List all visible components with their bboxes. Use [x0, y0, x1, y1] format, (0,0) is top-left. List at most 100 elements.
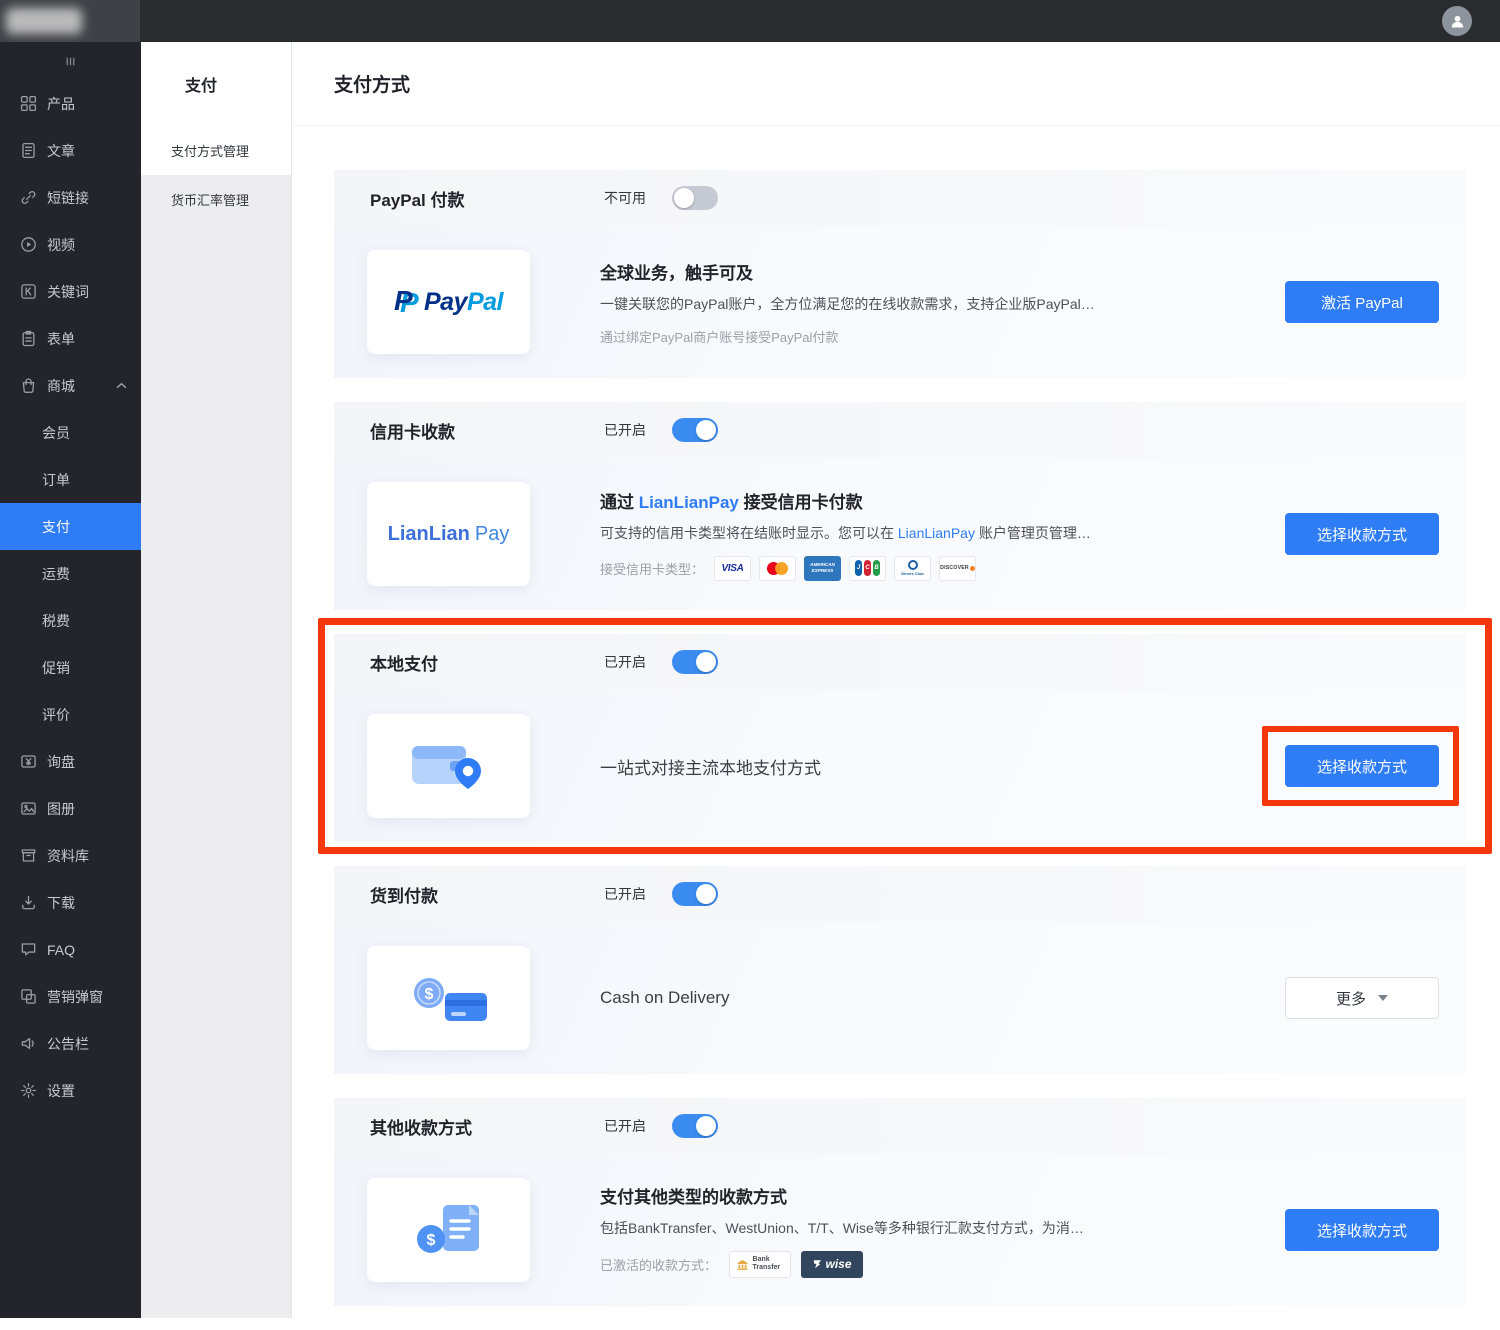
svg-text:$: $: [424, 986, 433, 1003]
album-icon: [20, 800, 37, 817]
sidebar-item-short-links[interactable]: 短链接: [0, 174, 141, 221]
logo-image: [6, 8, 82, 34]
sidebar-item-products[interactable]: 产品: [0, 80, 141, 127]
cash-on-delivery-toggle[interactable]: [672, 882, 718, 906]
more-button[interactable]: 更多: [1285, 977, 1439, 1019]
subnav-title: 支付: [141, 42, 291, 126]
sidebar-item-library[interactable]: 资料库: [0, 832, 141, 879]
bank-transfer-badge: Bank Transfer: [729, 1251, 791, 1278]
select-payment-method-button[interactable]: 选择收款方式: [1285, 513, 1439, 555]
lianlianpay-link[interactable]: LianLianPay: [639, 493, 739, 512]
section-title: PayPal 付款: [370, 186, 604, 211]
jcb-card-icon: JCB: [849, 556, 886, 581]
sidebar-item-forms[interactable]: 表单: [0, 315, 141, 362]
main-content: 支付方式 PayPal 付款 不可用 PP PayPal: [292, 42, 1500, 1318]
subnav-item-currency-rate-management[interactable]: 货币汇率管理: [141, 175, 291, 224]
sidebar-item-orders[interactable]: 订单: [0, 456, 141, 503]
sidebar-item-label: 支付: [42, 517, 70, 537]
sidebar-item-albums[interactable]: 图册: [0, 785, 141, 832]
sidebar-item-label: 产品: [47, 94, 75, 114]
sidebar-item-label: 营销弹窗: [47, 987, 103, 1007]
user-avatar[interactable]: [1442, 6, 1472, 36]
diners-club-card-icon: Diners Club: [894, 556, 931, 581]
sidebar-item-announcement[interactable]: 公告栏: [0, 1020, 141, 1067]
sidebar-item-label: 设置: [47, 1081, 75, 1101]
sidebar-item-label: 评价: [42, 705, 70, 725]
form-icon: [20, 330, 37, 347]
section-title: 本地支付: [370, 650, 604, 675]
sidebar-item-mall[interactable]: 商城: [0, 362, 141, 409]
lianlianpay-logo: LianLianPay: [388, 523, 510, 546]
sidebar-item-label: 运费: [42, 564, 70, 584]
download-icon: [20, 894, 37, 911]
other-methods-toggle[interactable]: [672, 1114, 718, 1138]
section-body: LianLianPay 通过 LianLianPay 接受信用卡付款 可支持的信…: [334, 458, 1466, 610]
section-body: PP PayPal 全球业务，触手可及 一键关联您的PayPal账户，全方位满足…: [334, 226, 1466, 378]
sidebar-item-label: 图册: [47, 799, 75, 819]
sidebar-item-marketing-popup[interactable]: 营销弹窗: [0, 973, 141, 1020]
sidebar-item-label: 关键词: [47, 282, 89, 302]
sidebar-item-settings[interactable]: 设置: [0, 1067, 141, 1114]
wise-badge: wise: [801, 1251, 863, 1278]
card-heading: Cash on Delivery: [600, 988, 1261, 1008]
sidebar-item-label: 公告栏: [47, 1034, 89, 1054]
sidebar-item-keywords[interactable]: 关键词: [0, 268, 141, 315]
cash-on-delivery-logo-card: $: [367, 946, 530, 1050]
other-methods-logo-card: $: [367, 1178, 530, 1282]
sidebar-item-label: 税费: [42, 611, 70, 631]
toggle-knob: [696, 420, 716, 440]
toggle-knob: [674, 188, 694, 208]
grid-icon: [20, 95, 37, 112]
toggle-status-label: 已开启: [604, 1116, 646, 1136]
sidebar-item-label: 订单: [42, 470, 70, 490]
sidebar-item-inquiries[interactable]: 询盘: [0, 738, 141, 785]
sidebar-item-shipping[interactable]: 运费: [0, 550, 141, 597]
paypal-logo-card: PP PayPal: [367, 250, 530, 354]
local-payment-logo-card: [367, 714, 530, 818]
sidebar-item-videos[interactable]: 视频: [0, 221, 141, 268]
faq-icon: [20, 941, 37, 958]
credit-card-toggle[interactable]: [672, 418, 718, 442]
toggle-knob: [696, 652, 716, 672]
select-payment-method-button[interactable]: 选择收款方式: [1285, 1209, 1439, 1251]
page-title: 支付方式: [334, 70, 410, 97]
activated-methods-label: 已激活的收款方式：: [600, 1255, 717, 1274]
select-payment-method-button[interactable]: 选择收款方式: [1285, 745, 1439, 787]
sidebar-item-payment[interactable]: 支付: [0, 503, 141, 550]
lianlianpay-link[interactable]: LianLianPay: [898, 525, 975, 541]
sidebar-item-tax[interactable]: 税费: [0, 597, 141, 644]
inquiry-icon: [20, 753, 37, 770]
page-header: 支付方式: [292, 42, 1500, 126]
toggle-status-label: 已开启: [604, 420, 646, 440]
paypal-toggle[interactable]: [672, 186, 718, 210]
cash-coins-card-icon: $: [407, 969, 491, 1027]
sidebar-item-label: 询盘: [47, 752, 75, 772]
card-heading: 一站式对接主流本地支付方式: [600, 754, 1261, 779]
sidebar-item-label: 文章: [47, 141, 75, 161]
sidebar-item-faq[interactable]: FAQ: [0, 926, 141, 973]
mall-icon: [20, 377, 37, 394]
announce-icon: [20, 1035, 37, 1052]
subnav-item-payment-method-management[interactable]: 支付方式管理: [141, 126, 291, 175]
activate-paypal-button[interactable]: 激活 PayPal: [1285, 281, 1439, 323]
local-payment-toggle[interactable]: [672, 650, 718, 674]
sidebar-item-label: 视频: [47, 235, 75, 255]
sidebar-item-promotions[interactable]: 促销: [0, 644, 141, 691]
sidebar-collapse-button[interactable]: [0, 42, 141, 80]
section-body: $ 支付其他类型的收款方式 包括BankTransfer、WestUnion、T…: [334, 1154, 1466, 1306]
card-description: 一键关联您的PayPal账户，全方位满足您的在线收款需求，支持企业版PayPal…: [600, 294, 1261, 314]
app-logo[interactable]: [0, 0, 140, 42]
card-description: 可支持的信用卡类型将在结账时显示。您可以在 LianLianPay 账户管理页管…: [600, 523, 1261, 543]
sidebar-item-label: 短链接: [47, 188, 89, 208]
chevron-up-icon: [116, 382, 127, 389]
user-icon: [1449, 13, 1466, 30]
svg-text:$: $: [426, 1232, 435, 1249]
sidebar-item-label: 表单: [47, 329, 75, 349]
sidebar-item-reviews[interactable]: 评价: [0, 691, 141, 738]
section-title: 信用卡收款: [370, 418, 604, 443]
sidebar-item-articles[interactable]: 文章: [0, 127, 141, 174]
sidebar-item-members[interactable]: 会员: [0, 409, 141, 456]
sidebar-item-downloads[interactable]: 下载: [0, 879, 141, 926]
topbar: [0, 0, 1500, 42]
section-title: 货到付款: [370, 882, 604, 907]
